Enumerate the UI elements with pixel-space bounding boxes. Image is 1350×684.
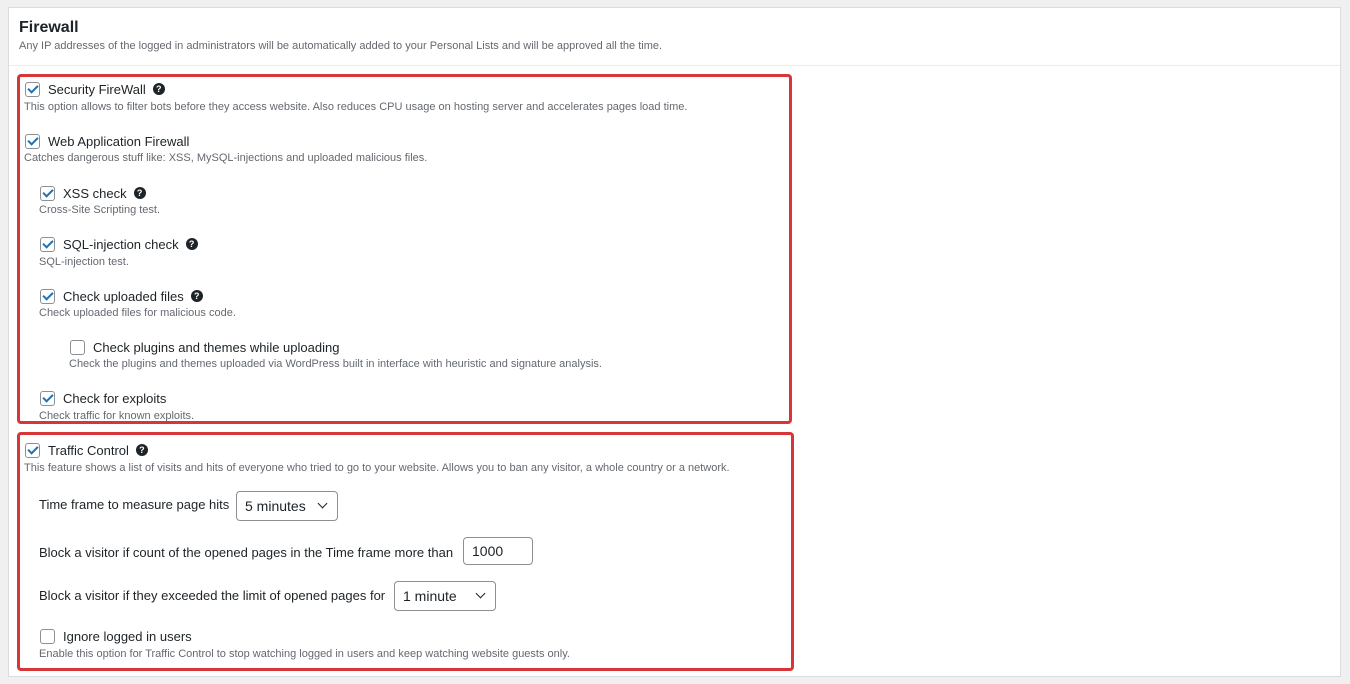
option-check-uploaded-files[interactable]: Check uploaded files ?: [40, 287, 203, 305]
option-description: SQL-injection test.: [39, 256, 129, 268]
traffic-control-checkbox[interactable]: [25, 442, 40, 458]
option-ignore-logged-in-users[interactable]: Ignore logged in users: [40, 627, 192, 645]
option-label: Check for exploits: [63, 390, 167, 406]
panel-subtitle: Any IP addresses of the logged in admini…: [19, 40, 663, 52]
check-uploaded-files-checkbox[interactable]: [40, 288, 55, 304]
time-frame-value: 5 minutes: [245, 498, 306, 514]
block-period-label: Block a visitor if they exceeded the lim…: [39, 588, 386, 603]
option-description: Catches dangerous stuff like: XSS, MySQL…: [24, 152, 428, 164]
option-description: Check traffic for known exploits.: [39, 410, 195, 422]
option-check-plugins-themes[interactable]: Check plugins and themes while uploading: [70, 338, 339, 356]
option-label: SQL-injection check: [63, 236, 179, 252]
question-circle-icon[interactable]: ?: [133, 187, 146, 199]
panel-title: Firewall: [19, 19, 79, 36]
option-description: Check the plugins and themes uploaded vi…: [69, 358, 602, 370]
web-application-firewall-checkbox[interactable]: [25, 133, 40, 149]
option-label: Check uploaded files: [63, 288, 184, 304]
chevron-down-icon: [317, 498, 328, 509]
option-xss-check[interactable]: XSS check ?: [40, 184, 146, 202]
question-circle-icon[interactable]: ?: [135, 444, 148, 456]
option-label: Check plugins and themes while uploading: [93, 339, 340, 355]
question-circle-icon[interactable]: ?: [152, 83, 165, 95]
option-security-firewall[interactable]: Security FireWall ?: [25, 80, 165, 98]
time-frame-select[interactable]: 5 minutes: [236, 491, 338, 521]
option-description: This feature shows a list of visits and …: [24, 462, 730, 474]
block-count-label: Block a visitor if count of the opened p…: [39, 545, 454, 560]
option-description: Check uploaded files for malicious code.: [39, 307, 236, 319]
check-for-exploits-checkbox[interactable]: [40, 390, 55, 406]
option-check-for-exploits[interactable]: Check for exploits: [40, 389, 166, 407]
option-web-application-firewall[interactable]: Web Application Firewall: [25, 132, 189, 150]
chevron-down-icon: [475, 588, 486, 599]
xss-check-checkbox[interactable]: [40, 185, 55, 201]
option-label: Web Application Firewall: [48, 133, 190, 149]
option-sql-injection-check[interactable]: SQL-injection check ?: [40, 235, 198, 253]
block-period-value: 1 minute: [403, 588, 457, 604]
block-count-input[interactable]: [463, 537, 533, 565]
option-label: Ignore logged in users: [63, 628, 192, 644]
panel-header: Firewall Any IP addresses of the logged …: [9, 8, 1340, 66]
option-label: XSS check: [63, 185, 127, 201]
question-circle-icon[interactable]: ?: [185, 238, 198, 250]
block-period-select[interactable]: 1 minute: [394, 581, 496, 611]
option-description: Enable this option for Traffic Control t…: [39, 648, 570, 660]
security-firewall-checkbox[interactable]: [25, 81, 40, 97]
option-label: Security FireWall: [48, 81, 146, 97]
time-frame-label: Time frame to measure page hits: [39, 497, 230, 512]
ignore-logged-in-users-checkbox[interactable]: [40, 628, 55, 644]
option-label: Traffic Control: [48, 442, 129, 458]
check-plugins-themes-checkbox[interactable]: [70, 339, 85, 355]
option-description: Cross-Site Scripting test.: [39, 204, 161, 216]
sql-injection-check-checkbox[interactable]: [40, 236, 55, 252]
question-circle-icon[interactable]: ?: [190, 290, 203, 302]
option-traffic-control[interactable]: Traffic Control ?: [25, 441, 148, 459]
option-description: This option allows to filter bots before…: [24, 101, 688, 113]
